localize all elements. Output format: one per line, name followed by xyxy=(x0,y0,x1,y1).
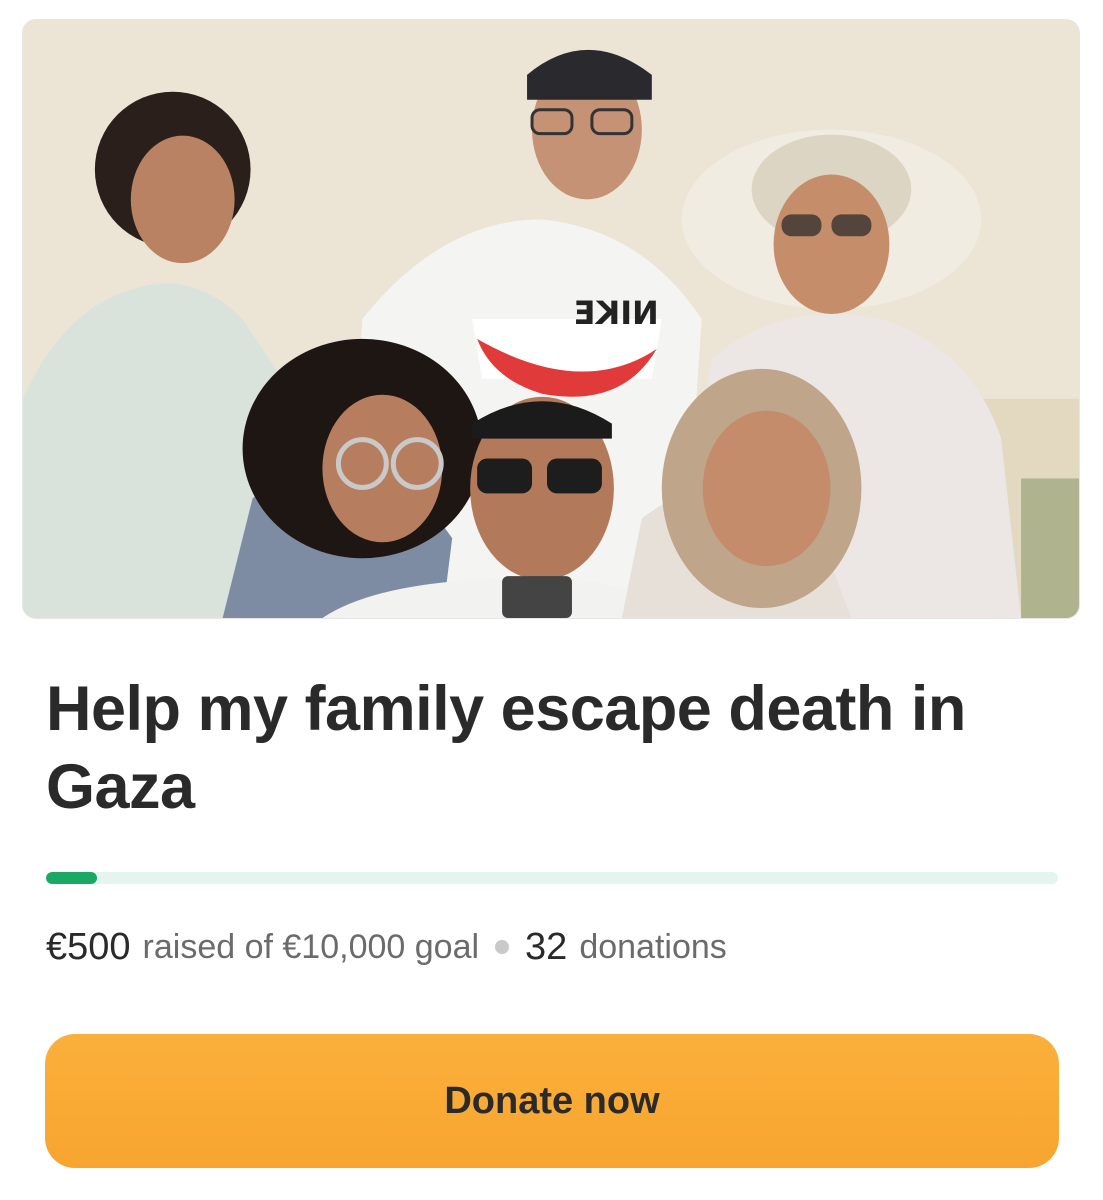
family-photo-icon: NIKE xyxy=(23,20,1079,618)
donate-now-button[interactable]: Donate now xyxy=(45,1034,1059,1168)
raised-amount: €500 xyxy=(46,925,131,968)
raised-of-goal-text: raised of €10,000 goal xyxy=(142,927,480,966)
shirt-logo-text: NIKE xyxy=(574,294,659,332)
progress-bar xyxy=(46,872,1058,884)
separator-dot xyxy=(495,940,510,954)
campaign-card: NIKE Help my family escape death in Gaza… xyxy=(0,0,1103,1200)
campaign-title: Help my family escape death in Gaza xyxy=(46,674,966,822)
funding-stats: €500 raised of €10,000 goal 32 donations xyxy=(46,922,727,972)
donations-count: 32 xyxy=(525,925,568,968)
campaign-photo[interactable]: NIKE xyxy=(22,19,1080,619)
donations-label[interactable]: donations xyxy=(579,928,726,967)
progress-bar-fill xyxy=(46,872,97,884)
